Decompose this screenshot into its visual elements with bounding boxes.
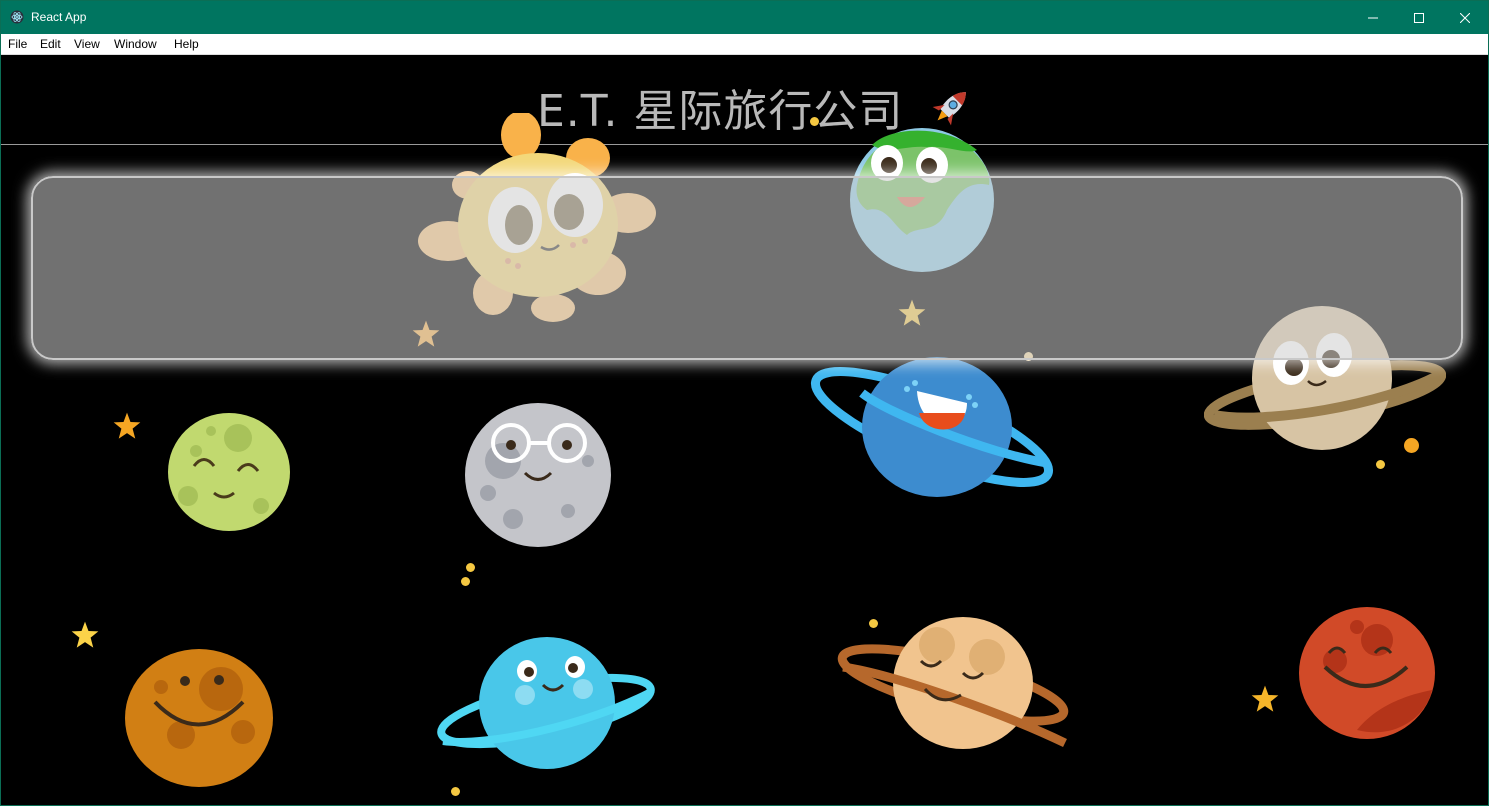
maximize-button[interactable] (1396, 1, 1442, 34)
star-icon (1251, 685, 1279, 712)
minimize-icon (1368, 17, 1378, 18)
menu-view[interactable]: View (74, 37, 100, 51)
peach-ringed-planet-icon (837, 617, 1069, 749)
star-icon (71, 621, 99, 648)
menu-help[interactable]: Help (174, 37, 199, 51)
menu-edit[interactable]: Edit (40, 37, 61, 51)
menu-bar: File Edit View Window Help (1, 34, 1488, 55)
dot (869, 619, 878, 628)
menu-window[interactable]: Window (114, 37, 157, 51)
dot (461, 577, 470, 586)
star-icon (113, 412, 141, 439)
close-icon (1460, 12, 1470, 23)
minimize-button[interactable] (1350, 1, 1396, 34)
dot (1404, 438, 1419, 453)
header-divider (1, 144, 1488, 145)
page-content: E.T. 星际旅行公司 (1, 55, 1488, 805)
title-bar[interactable]: React App (1, 1, 1488, 34)
orange-planet-icon (125, 649, 273, 787)
dot (466, 563, 475, 572)
blue-ringed-planet-icon (810, 357, 1054, 497)
glass-panel (31, 176, 1463, 360)
close-button[interactable] (1442, 1, 1488, 34)
electron-atom-icon (10, 10, 24, 24)
red-planet-icon (1299, 607, 1435, 739)
green-planet-icon (168, 413, 290, 531)
light-blue-ringed-planet-icon (437, 637, 655, 769)
app-window: React App File Edit View Window Help E.T… (0, 0, 1489, 806)
maximize-icon (1414, 12, 1424, 23)
dot (1376, 460, 1385, 469)
dot (451, 787, 460, 796)
dot (810, 117, 819, 126)
menu-file[interactable]: File (8, 37, 27, 51)
window-title: React App (31, 10, 87, 24)
moon-icon (465, 403, 611, 547)
